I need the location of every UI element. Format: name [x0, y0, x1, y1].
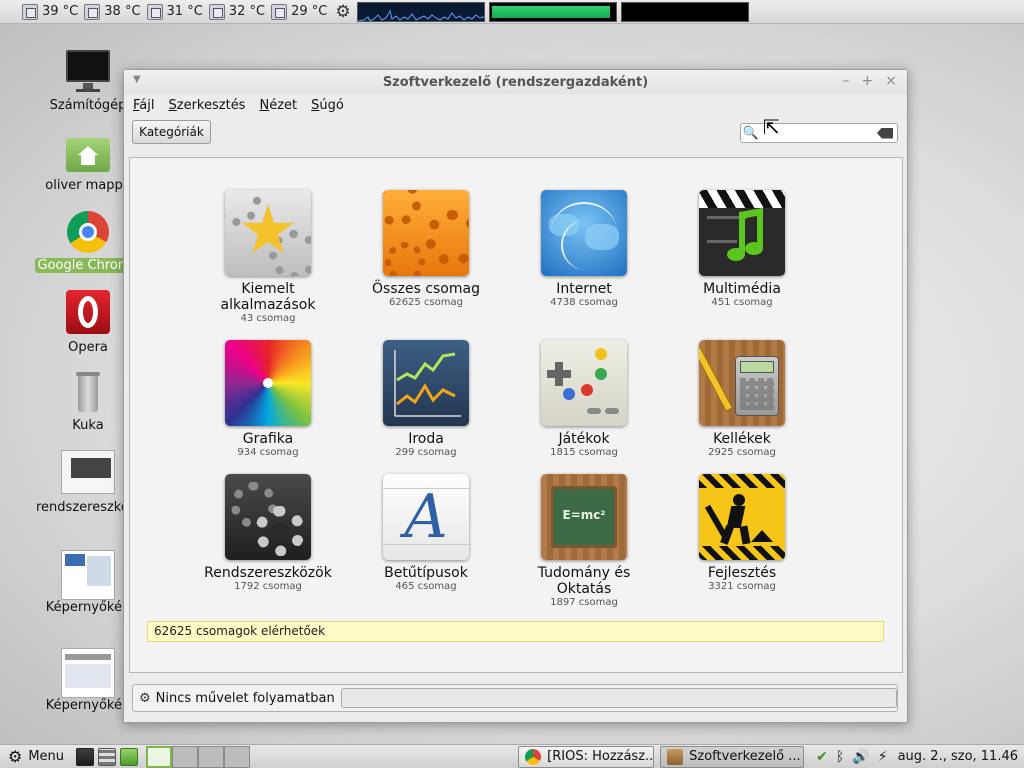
terminal-launcher-icon[interactable] [76, 747, 95, 766]
home-folder-icon [64, 128, 112, 176]
fonts-letter-a-icon: A [383, 474, 469, 560]
window-statusbar: ⚙ Nincs művelet folyamatban [132, 684, 898, 712]
cpu-load-graph-svg [357, 9, 484, 21]
category-multimedia[interactable]: Multimédia 451 csomag [672, 190, 812, 309]
package-small-icon [667, 748, 684, 765]
internet-globe-icon [541, 190, 627, 276]
graphics-color-wheel-icon [225, 340, 311, 426]
bottom-panel: ⚙ Menu [RIOS: Hozzász... Szoftverkezelő … [0, 744, 1024, 768]
office-chart-icon [383, 340, 469, 426]
calculator-launcher-icon[interactable] [98, 747, 117, 766]
menu-view[interactable]: Nézet [259, 98, 297, 113]
category-development[interactable]: Fejlesztés 3321 csomag [672, 474, 812, 593]
featured-star-icon [225, 190, 311, 276]
science-chalkboard-icon: E=mc² [541, 474, 627, 560]
memory-usage-bar[interactable] [488, 1, 617, 22]
temp-sensor-4[interactable]: 32 °C [208, 3, 265, 20]
temp-sensor-3[interactable]: 31 °C [146, 3, 203, 20]
categories-button[interactable]: Kategóriák [132, 120, 211, 144]
category-featured[interactable]: Kiemelt alkalmazások 43 csomag [198, 190, 338, 325]
window-title: Szoftverkezelő (rendszergazdaként) [382, 74, 649, 90]
clear-search-icon[interactable] [877, 127, 893, 139]
clock[interactable]: aug. 2., szo, 11.46 [898, 749, 1018, 764]
development-worker-sign-icon [699, 474, 785, 560]
volume-icon[interactable]: 🔊 [852, 749, 869, 765]
network-monitor[interactable] [620, 1, 749, 22]
minimize-button[interactable]: – [843, 73, 850, 89]
category-panel: Kiemelt alkalmazások 43 csomag Összes cs… [129, 157, 903, 673]
update-shield-icon[interactable]: ✔ [816, 749, 828, 765]
software-manager-window: ▼ Szoftverkezelő (rendszergazdaként) – +… [123, 69, 908, 723]
window-titlebar[interactable]: ▼ Szoftverkezelő (rendszergazdaként) – +… [124, 70, 907, 94]
games-gamepad-icon [541, 340, 627, 426]
category-accessories[interactable]: Kellékek 2925 csomag [672, 340, 812, 459]
cpu-load-graph[interactable] [356, 1, 485, 22]
temp-sensor-2[interactable]: 38 °C [84, 3, 141, 20]
memory-usage-fill [491, 5, 610, 18]
menubar: Fájl Szerkesztés Nézet Súgó [124, 94, 907, 116]
update-manager-launcher-icon[interactable] [120, 747, 139, 766]
cpu-chip-icon [84, 3, 101, 20]
activity-gear-icon: ⚙ [139, 690, 151, 706]
taskbar-item-browser[interactable]: [RIOS: Hozzász... [518, 745, 655, 768]
workspace-2[interactable] [172, 745, 199, 768]
operation-progress-bar [340, 688, 897, 708]
category-games[interactable]: Játékok 1815 csomag [514, 340, 654, 459]
category-all-packages[interactable]: Összes csomag 62625 csomag [356, 190, 496, 309]
monitor-icon [64, 48, 112, 96]
main-menu-button[interactable]: ⚙ Menu [8, 747, 64, 766]
category-grid: Kiemelt alkalmazások 43 csomag Összes cs… [130, 158, 902, 618]
screenshot-thumbnail-icon [61, 648, 115, 698]
temp-sensor-5[interactable]: 29 °C [271, 3, 327, 20]
cpu-chip-icon [146, 3, 163, 20]
settings-gear-icon[interactable]: ⚙ [335, 2, 350, 22]
workspace-3[interactable] [198, 745, 225, 768]
category-office[interactable]: Iroda 299 csomag [356, 340, 496, 459]
close-button[interactable]: × [885, 73, 897, 89]
cpu-chip-icon [271, 3, 288, 20]
maximize-button[interactable]: + [862, 73, 874, 89]
workspace-4[interactable] [224, 745, 251, 768]
cpu-chip-icon [208, 3, 225, 20]
opera-icon [64, 290, 112, 338]
network-icon[interactable]: ⚡ [878, 749, 888, 765]
category-system-tools[interactable]: Rendszereszközök 1792 csomag [198, 474, 338, 593]
screenshot-thumbnail-icon [61, 450, 115, 498]
bluetooth-icon[interactable]: ᛒ [836, 749, 844, 765]
category-internet[interactable]: Internet 4738 csomag [514, 190, 654, 309]
chrome-small-icon [525, 748, 542, 765]
category-graphics[interactable]: Grafika 934 csomag [198, 340, 338, 459]
window-menu-icon[interactable]: ▼ [133, 74, 141, 85]
system-tray: ✔ ᛒ 🔊 ⚡ [816, 749, 887, 765]
multimedia-clapper-icon [699, 190, 785, 276]
menu-help[interactable]: Súgó [311, 98, 344, 113]
menu-edit[interactable]: Szerkesztés [169, 98, 246, 113]
search-icon: 🔍 [742, 125, 760, 141]
screenshot-thumbnail-icon [61, 550, 115, 600]
chrome-icon [64, 208, 112, 256]
trash-icon [64, 368, 112, 416]
workspace-1[interactable] [146, 745, 173, 768]
taskbar-item-software-manager[interactable]: Szoftverkezelő ... [660, 745, 805, 768]
all-packages-gears-icon [383, 190, 469, 276]
temp-sensor-1[interactable]: 39 °C [22, 3, 78, 20]
menu-gear-icon: ⚙ [8, 747, 23, 766]
available-packages-message: 62625 csomagok elérhetőek [147, 621, 884, 642]
category-fonts[interactable]: A Betűtípusok 465 csomag [356, 474, 496, 593]
mouse-cursor-icon: ⇱ [763, 115, 780, 139]
top-panel: 39 °C 38 °C 31 °C 32 °C 29 °C ⚙ [0, 0, 1024, 24]
accessories-calculator-icon [699, 340, 785, 426]
operation-status-text: Nincs művelet folyamatban [155, 690, 335, 706]
system-tools-gear-icon [225, 474, 311, 560]
menu-file[interactable]: Fájl [133, 98, 155, 113]
cpu-chip-icon [22, 3, 38, 20]
category-science-education[interactable]: E=mc² Tudomány és Oktatás 1897 csomag [514, 474, 654, 609]
